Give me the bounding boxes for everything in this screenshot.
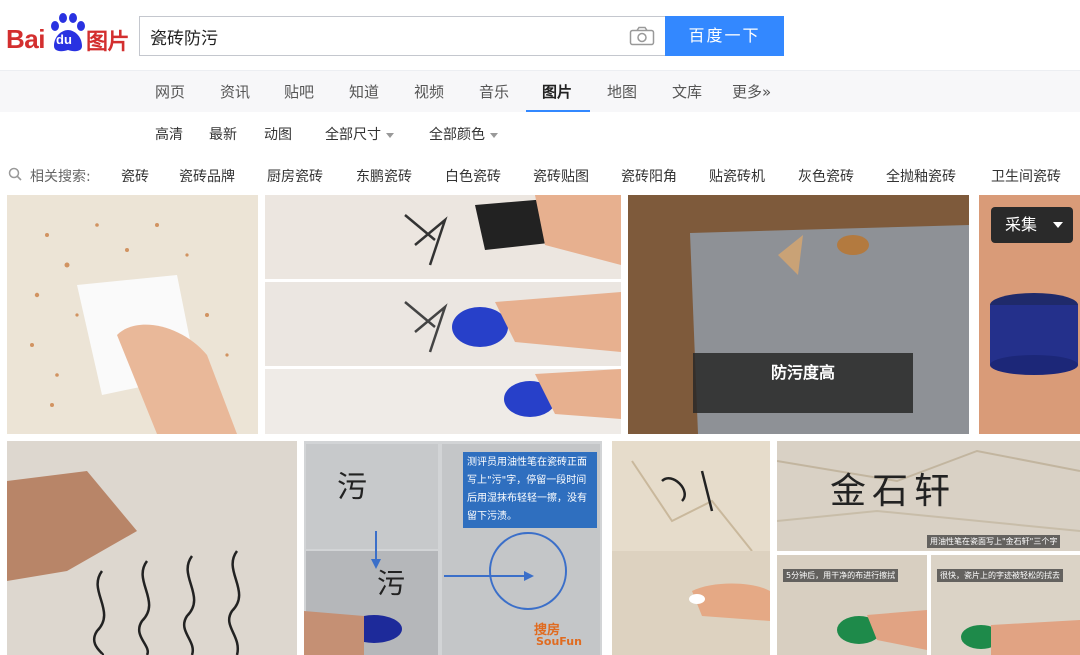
filter-hd[interactable]: 高清: [155, 124, 183, 144]
result-image-wiping-stains: [7, 195, 258, 434]
tab-video[interactable]: 视频: [414, 81, 444, 102]
logo-bai-text: Bai: [6, 24, 45, 54]
caption-five-minutes: 5分钟后，用干净的布进行擦拭: [783, 569, 899, 582]
header: Bai du 图片 百度一下: [0, 0, 1080, 70]
camera-icon[interactable]: [629, 26, 655, 46]
related-item[interactable]: 瓷砖贴图: [533, 166, 589, 186]
result-image-marker-waves: [7, 441, 297, 655]
chevron-down-icon: [1053, 222, 1063, 228]
tab-web[interactable]: 网页: [155, 81, 185, 102]
filter-color-dropdown[interactable]: 全部颜色: [429, 124, 498, 144]
tab-wenku[interactable]: 文库: [672, 81, 702, 102]
tab-zhidao[interactable]: 知道: [349, 81, 379, 102]
image-result[interactable]: 5分钟后，用干净的布进行擦拭: [777, 555, 927, 655]
chevron-down-icon: [490, 132, 498, 138]
result-image-marker-writing: [265, 195, 621, 279]
image-result[interactable]: 金石轩 用油性笔在瓷面写上"金石轩"三个字: [777, 441, 1080, 551]
result-image-marker-wiping: [265, 282, 621, 366]
filter-animated[interactable]: 动图: [264, 124, 292, 144]
filter-row: 高清 最新 动图 全部尺寸 全部颜色: [0, 112, 1080, 156]
filter-latest[interactable]: 最新: [209, 124, 237, 144]
baidu-image-logo[interactable]: Bai du 图片: [6, 12, 130, 55]
tab-news[interactable]: 资讯: [220, 81, 250, 102]
related-item[interactable]: 瓷砖阳角: [621, 166, 677, 186]
related-item[interactable]: 全抛釉瓷砖: [886, 166, 956, 186]
related-item[interactable]: 瓷砖: [121, 166, 149, 186]
handwriting-jinshixuan: 金石轩: [830, 471, 957, 512]
caption-box: 防污度高: [693, 353, 913, 413]
related-label: 相关搜索:: [30, 169, 91, 185]
logo-tupian-text: 图片: [86, 30, 130, 55]
related-item[interactable]: 白色瓷砖: [445, 166, 501, 186]
handwriting-wu-2: 污: [377, 567, 406, 600]
image-result[interactable]: [265, 369, 621, 434]
chevron-down-icon: [386, 132, 394, 138]
tab-images[interactable]: 图片: [542, 81, 572, 102]
logo-du-text: du: [56, 32, 72, 47]
tab-more[interactable]: 更多»: [732, 81, 771, 102]
related-item[interactable]: 东鹏瓷砖: [356, 166, 412, 186]
search-button[interactable]: 百度一下: [665, 16, 784, 56]
image-result[interactable]: [612, 441, 770, 655]
caption-write-name: 用油性笔在瓷面写上"金石轩"三个字: [927, 535, 1061, 548]
image-result[interactable]: [7, 195, 258, 434]
search-input[interactable]: [140, 17, 620, 55]
result-image-marble-writing: [612, 441, 770, 655]
related-searches: 相关搜索: 瓷砖 瓷砖品牌 厨房瓷砖 东鹏瓷砖 白色瓷砖 瓷砖贴图 瓷砖阳角 贴…: [0, 156, 1080, 194]
caption-wiped-away: 很快，瓷片上的字迹被轻松的拭去: [937, 569, 1063, 582]
collect-label: 采集: [1005, 215, 1038, 234]
image-result[interactable]: [7, 441, 297, 655]
nav-bar: 网页 资讯 贴吧 知道 视频 音乐 图片 地图 文库 更多»: [0, 70, 1080, 112]
caption-stain-resistance: 防污度高: [770, 363, 835, 382]
related-item[interactable]: 厨房瓷砖: [267, 166, 323, 186]
image-result[interactable]: [265, 195, 621, 279]
related-item[interactable]: 贴瓷砖机: [709, 166, 765, 186]
collect-button[interactable]: 采集: [991, 207, 1073, 243]
tab-tieba[interactable]: 贴吧: [284, 81, 314, 102]
search-box: [139, 16, 665, 56]
soufun-watermark: SouFun: [536, 635, 582, 648]
tab-music[interactable]: 音乐: [479, 81, 509, 102]
related-item[interactable]: 瓷砖品牌: [179, 166, 235, 186]
filter-size-dropdown[interactable]: 全部尺寸: [325, 124, 394, 144]
image-result[interactable]: 很快，瓷片上的字迹被轻松的拭去: [931, 555, 1080, 655]
image-result[interactable]: [265, 282, 621, 366]
blue-note: 测评员用油性笔在瓷砖正面写上"污"字，停留一段时间后用湿抹布轻轻一擦，没有留下污…: [463, 452, 597, 528]
search-icon: [8, 167, 22, 181]
related-item[interactable]: 卫生间瓷砖: [991, 166, 1061, 186]
handwriting-wu-1: 污: [337, 470, 367, 505]
filter-color-label: 全部颜色: [429, 127, 485, 143]
filter-size-label: 全部尺寸: [325, 127, 381, 143]
result-image-marker-clean: [265, 369, 621, 434]
related-item[interactable]: 灰色瓷砖: [798, 166, 854, 186]
tab-map[interactable]: 地图: [607, 81, 637, 102]
